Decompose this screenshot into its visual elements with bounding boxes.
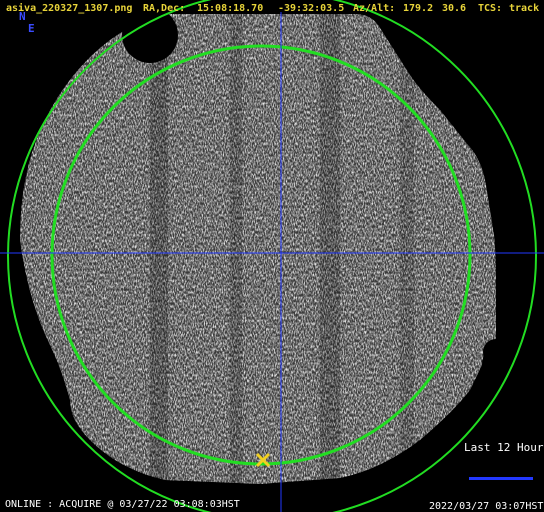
header-azalt-label: Az/Alt: xyxy=(353,3,396,14)
timestamp: 2022/03/27 03:07HST xyxy=(429,501,544,512)
obstruction-bump xyxy=(483,339,509,365)
compass-north: N xyxy=(19,10,26,23)
header-ra: 15:08:18.70 xyxy=(197,3,264,14)
header-alt: 30.6 xyxy=(442,3,467,14)
header-tcs-status: track xyxy=(509,3,540,14)
obstruction-blob xyxy=(122,7,178,63)
sky-image xyxy=(20,14,496,484)
legend-swatch xyxy=(469,477,533,480)
header-tcs-label: TCS: xyxy=(478,3,503,14)
header-radec-label: RA,Dec: xyxy=(143,3,186,14)
legend-label: Last 12 Hours xyxy=(464,441,544,454)
status-line: ONLINE : ACQUIRE @ 03/27/22 03:08:03HST xyxy=(5,499,240,510)
header-az: 179.2 xyxy=(403,3,434,14)
allsky-view xyxy=(0,0,544,512)
header-dec: -39:32:03.5 xyxy=(278,3,345,14)
compass-east: E xyxy=(28,22,35,35)
